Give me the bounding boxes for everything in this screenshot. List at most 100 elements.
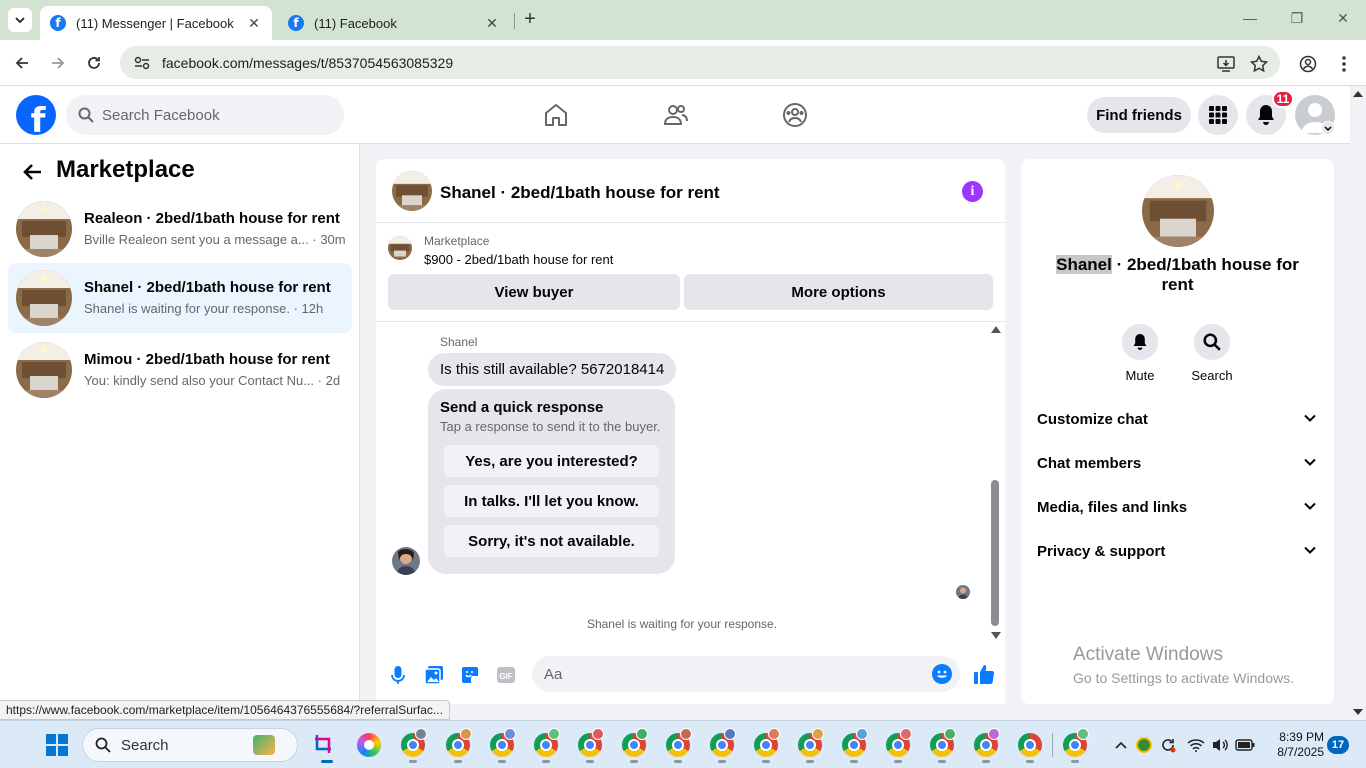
conversation-item-selected[interactable]: Shanel · 2bed/1bath house for rent Shane… bbox=[8, 263, 352, 333]
quick-response-option[interactable]: In talks. I'll let you know. bbox=[444, 485, 659, 517]
app-indicator bbox=[586, 760, 594, 763]
mute-button[interactable] bbox=[1122, 324, 1158, 360]
sender-avatar[interactable] bbox=[392, 547, 420, 575]
chrome-profile-icon[interactable] bbox=[710, 728, 736, 757]
chrome-profile-icon[interactable] bbox=[446, 728, 472, 757]
emoji-button[interactable] bbox=[932, 664, 952, 684]
media-files-links-row[interactable]: Media, files and links bbox=[1037, 499, 1318, 523]
facebook-logo[interactable]: f bbox=[16, 95, 56, 135]
notification-center-badge[interactable]: 17 bbox=[1327, 736, 1349, 754]
tab-facebook[interactable]: f (11) Facebook ✕ bbox=[278, 6, 510, 40]
account-chevron-icon[interactable] bbox=[1321, 121, 1335, 135]
back-button[interactable] bbox=[11, 52, 33, 74]
sync-icon[interactable] bbox=[1158, 735, 1178, 755]
browser-menu-icon[interactable] bbox=[1334, 54, 1354, 74]
close-window-button[interactable]: ✕ bbox=[1333, 10, 1353, 30]
windows-start-icon[interactable] bbox=[46, 734, 68, 756]
chrome-profile-icon[interactable] bbox=[974, 728, 1000, 757]
details-listing-photo[interactable] bbox=[1142, 175, 1214, 247]
show-hidden-icons-chevron[interactable] bbox=[1111, 735, 1131, 755]
minimize-button[interactable]: — bbox=[1240, 10, 1260, 30]
chat-listing-thumbnail[interactable] bbox=[392, 171, 432, 211]
search-action[interactable]: Search bbox=[1182, 324, 1242, 383]
gif-button[interactable]: GIF bbox=[495, 664, 517, 686]
scroll-up-arrow[interactable] bbox=[991, 326, 1001, 333]
search-in-chat-button[interactable] bbox=[1194, 324, 1230, 360]
tray-app-icon[interactable] bbox=[1134, 735, 1154, 755]
chat-title[interactable]: Shanel · 2bed/1bath house for rent bbox=[440, 183, 720, 203]
customize-chat-row[interactable]: Customize chat bbox=[1037, 411, 1318, 435]
system-clock[interactable]: 8:39 PM 8/7/2025 bbox=[1268, 730, 1324, 760]
conversation-item[interactable]: Realeon · 2bed/1bath house for rent Bvil… bbox=[8, 194, 352, 264]
view-buyer-button[interactable]: View buyer bbox=[388, 274, 680, 310]
chrome-profile-icon[interactable] bbox=[622, 728, 648, 757]
profile-icon[interactable] bbox=[1298, 54, 1318, 74]
listing-title[interactable]: $900 - 2bed/1bath house for rent bbox=[424, 252, 613, 267]
scroll-thumb[interactable] bbox=[991, 480, 999, 626]
wifi-icon[interactable] bbox=[1186, 735, 1206, 755]
image-icon bbox=[424, 666, 443, 685]
sticker-button[interactable] bbox=[459, 664, 481, 686]
reload-button[interactable] bbox=[83, 52, 105, 74]
page-scroll-up-arrow[interactable] bbox=[1353, 91, 1363, 97]
facebook-search-input[interactable] bbox=[102, 106, 322, 124]
sender-name: Shanel bbox=[440, 335, 478, 349]
chat-members-row[interactable]: Chat members bbox=[1037, 455, 1318, 479]
facebook-search[interactable] bbox=[66, 95, 344, 135]
battery-icon[interactable] bbox=[1235, 735, 1255, 755]
restore-button[interactable]: ❐ bbox=[1287, 10, 1307, 30]
chrome-profile-icon[interactable] bbox=[1063, 728, 1089, 757]
back-arrow-button[interactable] bbox=[20, 160, 44, 184]
tab-search-button[interactable] bbox=[8, 8, 32, 32]
chrome-profile-icon[interactable] bbox=[401, 728, 427, 757]
quick-response-option[interactable]: Yes, are you interested? bbox=[444, 445, 659, 477]
new-tab-button[interactable]: + bbox=[520, 9, 540, 30]
site-info-icon[interactable] bbox=[126, 51, 158, 75]
page-scroll-down-arrow[interactable] bbox=[1353, 709, 1363, 715]
chat-scrollbar[interactable] bbox=[989, 324, 1001, 644]
snipping-tool-icon[interactable] bbox=[313, 733, 337, 757]
chrome-profile-icon[interactable] bbox=[534, 728, 560, 757]
chat-details-panel: Shanel · 2bed/1bath house for rent Mute … bbox=[1021, 159, 1334, 704]
chrome-profile-icon[interactable] bbox=[754, 728, 780, 757]
menu-button[interactable] bbox=[1198, 95, 1238, 135]
address-bar[interactable]: facebook.com/messages/t/8537054563085329 bbox=[120, 46, 1280, 79]
mute-action[interactable]: Mute bbox=[1110, 324, 1170, 383]
chrome-profile-icon[interactable] bbox=[1018, 733, 1042, 757]
scroll-down-arrow[interactable] bbox=[991, 632, 1001, 639]
chrome-profile-icon[interactable] bbox=[798, 728, 824, 757]
quick-response-option[interactable]: Sorry, it's not available. bbox=[444, 525, 659, 557]
close-tab-icon[interactable]: ✕ bbox=[246, 15, 262, 31]
nav-friends[interactable] bbox=[661, 100, 691, 130]
bookmark-star-icon[interactable] bbox=[1249, 54, 1269, 74]
voice-clip-button[interactable] bbox=[387, 664, 409, 686]
info-icon[interactable]: i bbox=[962, 181, 983, 202]
chrome-profile-icon[interactable] bbox=[842, 728, 868, 757]
message-bubble[interactable]: Is this still available? 5672018414 bbox=[428, 353, 677, 386]
conversation-item[interactable]: Mimou · 2bed/1bath house for rent You: k… bbox=[8, 335, 352, 405]
nav-home[interactable] bbox=[541, 100, 571, 130]
bell-icon bbox=[1133, 334, 1147, 350]
chrome-profile-icon[interactable] bbox=[666, 728, 692, 757]
find-friends-button[interactable]: Find friends bbox=[1087, 97, 1191, 133]
chrome-profile-icon[interactable] bbox=[886, 728, 912, 757]
install-app-icon[interactable] bbox=[1216, 54, 1236, 74]
close-tab-icon[interactable]: ✕ bbox=[484, 15, 500, 31]
more-options-button[interactable]: More options bbox=[684, 274, 993, 310]
chrome-profile-icon[interactable] bbox=[930, 728, 956, 757]
microphone-icon bbox=[391, 666, 405, 684]
privacy-support-row[interactable]: Privacy & support bbox=[1037, 543, 1318, 567]
like-button[interactable] bbox=[972, 662, 996, 686]
photos-app-icon[interactable] bbox=[357, 733, 381, 757]
taskbar-search[interactable]: Search bbox=[82, 728, 298, 762]
tab-messenger[interactable]: f (11) Messenger | Facebook ✕ bbox=[40, 6, 272, 40]
message-composer[interactable] bbox=[532, 656, 960, 692]
volume-icon[interactable] bbox=[1210, 735, 1230, 755]
attach-photo-button[interactable] bbox=[423, 664, 445, 686]
chrome-profile-icon[interactable] bbox=[578, 728, 604, 757]
chrome-profile-icon[interactable] bbox=[490, 728, 516, 757]
section-label: Media, files and links bbox=[1037, 499, 1188, 516]
nav-groups[interactable] bbox=[780, 100, 810, 130]
forward-button[interactable] bbox=[47, 52, 69, 74]
message-input[interactable] bbox=[544, 665, 904, 683]
